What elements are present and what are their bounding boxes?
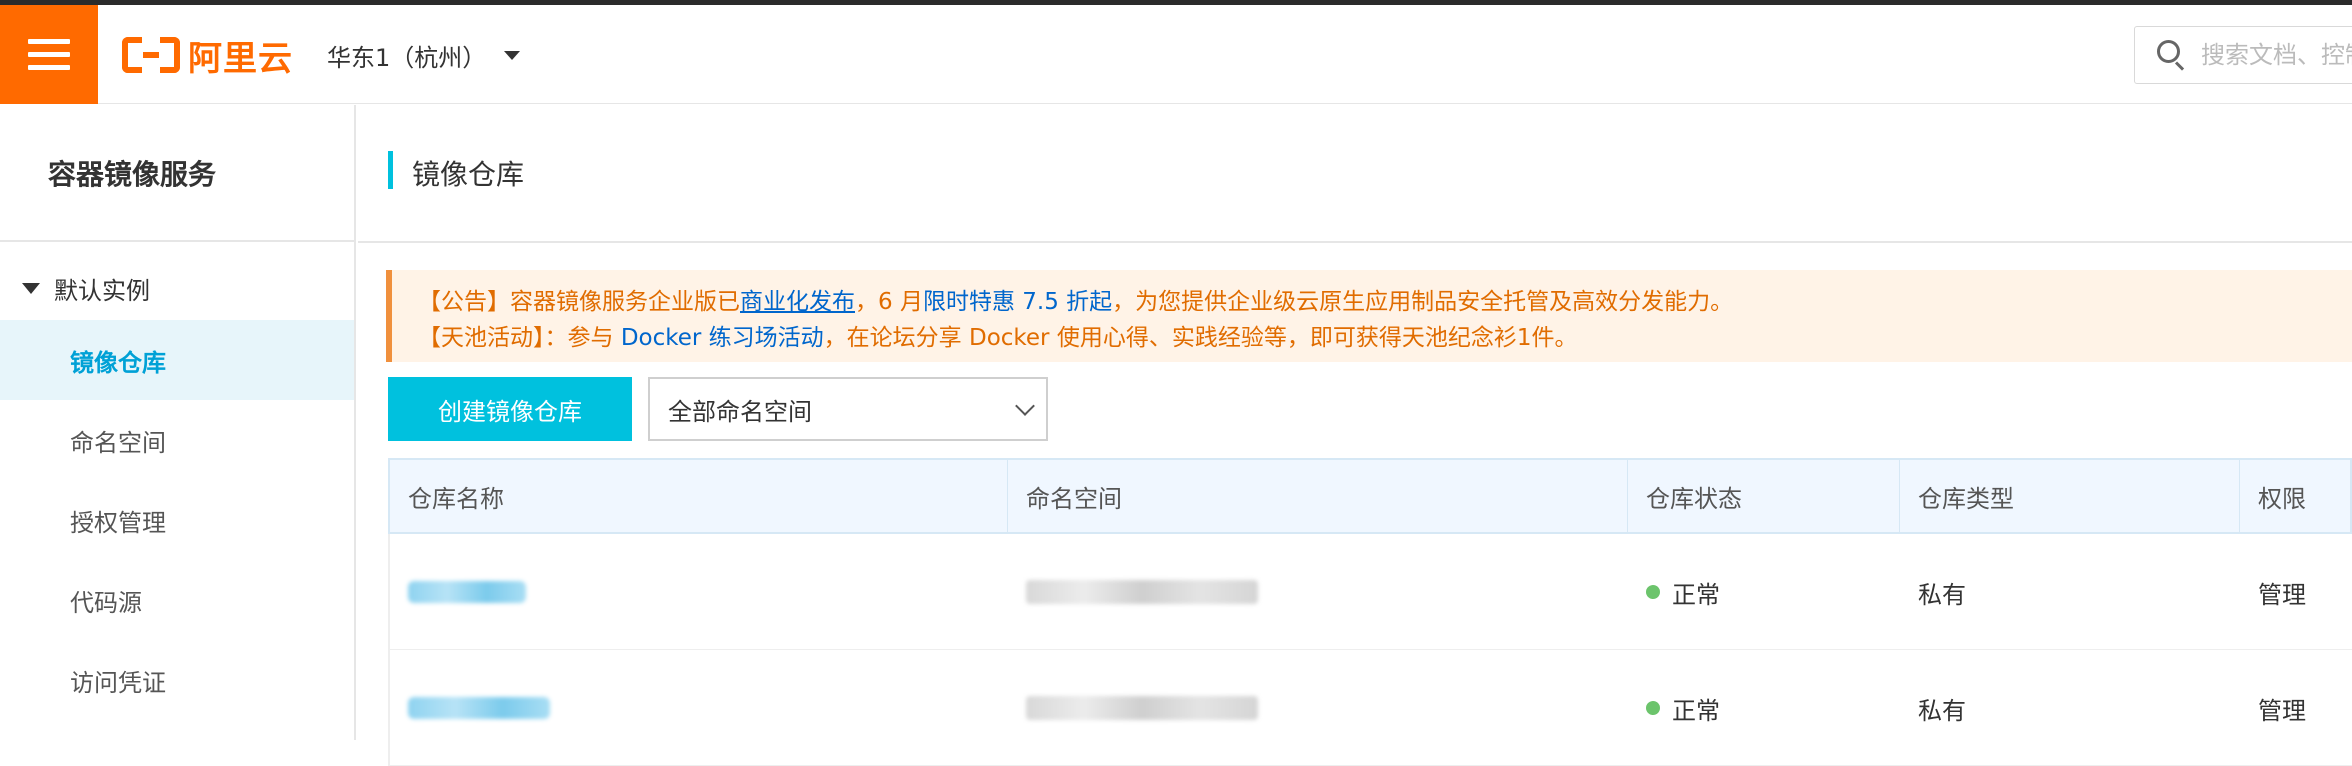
sidebar-item-label: 访问凭证 <box>70 668 166 697</box>
hamburger-icon <box>28 38 70 71</box>
namespace-redacted <box>1026 580 1258 604</box>
service-title: 容器镜像服务 <box>48 158 217 191</box>
repository-table: 仓库名称 命名空间 仓库状态 仓库类型 权限 正常 私有 管理 正常 私有 管理 <box>388 458 2352 766</box>
column-header-type[interactable]: 仓库类型 <box>1900 460 2240 532</box>
sidebar-item-code-source[interactable]: 代码源 <box>0 560 354 640</box>
column-header-status[interactable]: 仓库状态 <box>1628 460 1900 532</box>
main-content: 镜像仓库 【公告】容器镜像服务企业版已商业化发布，6 月限时特惠 7.5 折起，… <box>358 105 2352 766</box>
namespace-cell <box>1008 650 1628 766</box>
caret-down-icon <box>504 50 521 60</box>
sidebar-item-namespaces[interactable]: 命名空间 <box>0 400 354 480</box>
repo-name-cell[interactable] <box>390 650 1008 766</box>
sidebar-group-default-instance[interactable]: 默认实例 <box>0 263 354 313</box>
status-ok-dot-icon <box>1646 585 1660 599</box>
notice-text: ，为您提供企业级云原生应用制品安全托管及高效分发能力。 <box>1112 289 1734 315</box>
main-divider <box>358 241 2352 243</box>
namespace-cell <box>1008 534 1628 650</box>
menu-button[interactable] <box>0 5 98 104</box>
search-input[interactable] <box>2201 41 2352 69</box>
status-cell: 正常 <box>1628 534 1900 650</box>
announcement-banner: 【公告】容器镜像服务企业版已商业化发布，6 月限时特惠 7.5 折起，为您提供企… <box>386 270 2352 362</box>
status-cell: 正常 <box>1628 650 1900 766</box>
status-ok-dot-icon <box>1646 701 1660 715</box>
table-header: 仓库名称 命名空间 仓库状态 仓库类型 权限 <box>388 458 2352 534</box>
namespace-select-value: 全部命名空间 <box>668 397 812 426</box>
announcement-line-1: 【公告】容器镜像服务企业版已商业化发布，6 月限时特惠 7.5 折起，为您提供企… <box>418 284 2352 320</box>
status-text: 正常 <box>1672 580 1720 609</box>
notice-text: ，在论坛分享 Docker 使用心得、实践经验等，即可获得天池纪念衫1件。 <box>823 325 1578 351</box>
aliyun-logo-icon <box>122 37 180 73</box>
commercial-release-link[interactable]: 商业化发布 <box>740 289 855 315</box>
column-header-permission[interactable]: 权限 <box>2240 460 2352 532</box>
type-cell: 私有 <box>1918 696 1966 725</box>
table-row: 正常 私有 管理 <box>388 650 2352 766</box>
search-icon <box>2157 40 2187 71</box>
region-selector[interactable]: 华东1（杭州） <box>327 35 521 75</box>
repo-name-cell[interactable] <box>390 534 1008 650</box>
docker-activity-link[interactable]: Docker 练习场活动 <box>621 325 824 351</box>
manage-link[interactable]: 管理 <box>2240 650 2352 766</box>
search-box[interactable] <box>2134 26 2352 84</box>
column-header-repo-name[interactable]: 仓库名称 <box>390 460 1008 532</box>
chevron-down-icon <box>1015 396 1035 416</box>
column-header-namespace[interactable]: 命名空间 <box>1008 460 1628 532</box>
sidebar-group-label: 默认实例 <box>54 276 150 305</box>
namespace-redacted <box>1026 696 1258 720</box>
repo-name-redacted[interactable] <box>408 697 550 719</box>
table-row: 正常 私有 管理 <box>388 534 2352 650</box>
notice-text: ，6 月 <box>855 289 923 315</box>
sidebar-item-authorization[interactable]: 授权管理 <box>0 480 354 560</box>
create-repository-button[interactable]: 创建镜像仓库 <box>388 377 632 441</box>
region-label: 华东1（杭州） <box>327 43 487 72</box>
sidebar-item-label: 命名空间 <box>70 428 166 457</box>
title-accent-bar <box>388 151 393 189</box>
promo-link[interactable]: 限时特惠 7.5 折起 <box>923 289 1112 315</box>
status-text: 正常 <box>1672 696 1720 725</box>
sidebar-item-repositories[interactable]: 镜像仓库 <box>0 320 354 400</box>
notice-text: 【天池活动】：参与 <box>418 325 621 351</box>
top-navbar: 阿里云 华东1（杭州） <box>0 5 2352 104</box>
notice-text: 【公告】容器镜像服务企业版已 <box>418 289 740 315</box>
type-cell: 私有 <box>1918 580 1966 609</box>
announcement-line-2: 【天池活动】：参与 Docker 练习场活动，在论坛分享 Docker 使用心得… <box>418 320 2352 356</box>
sidebar: 容器镜像服务 默认实例 镜像仓库 命名空间 授权管理 代码源 访问凭证 <box>0 105 356 740</box>
sidebar-item-label: 授权管理 <box>70 508 166 537</box>
triangle-down-icon <box>22 282 40 294</box>
sidebar-item-access-credentials[interactable]: 访问凭证 <box>0 640 354 720</box>
aliyun-logo[interactable]: 阿里云 <box>122 33 293 79</box>
repo-name-redacted[interactable] <box>408 581 526 603</box>
sidebar-item-label: 代码源 <box>70 588 142 617</box>
sidebar-item-label: 镜像仓库 <box>70 348 166 377</box>
namespace-select[interactable]: 全部命名空间 <box>648 377 1048 441</box>
sidebar-divider <box>0 240 356 242</box>
brand-name: 阿里云 <box>188 38 293 79</box>
manage-link[interactable]: 管理 <box>2240 534 2352 650</box>
page-title: 镜像仓库 <box>412 158 525 191</box>
